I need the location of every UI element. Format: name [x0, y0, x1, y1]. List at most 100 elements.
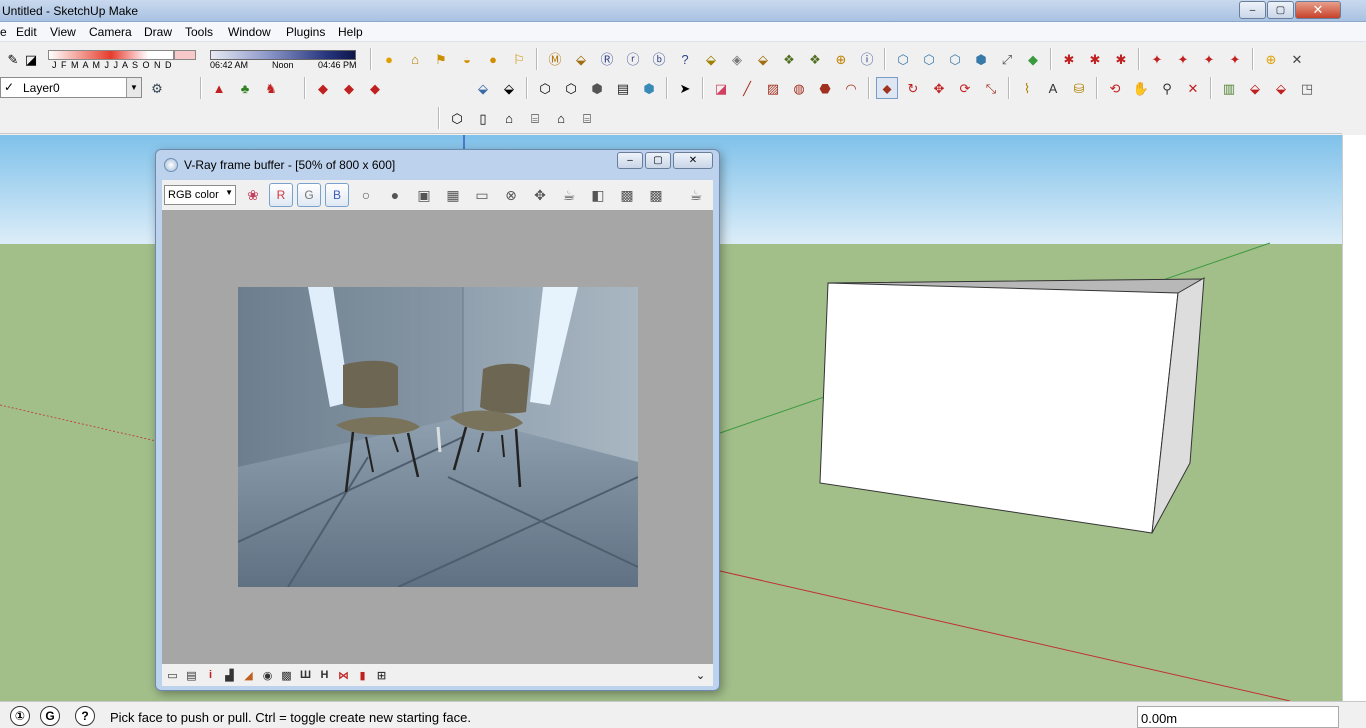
region-render-icon[interactable]: ▩ — [615, 183, 639, 207]
help-status-icon[interactable]: ? — [75, 706, 95, 726]
rt-render-icon[interactable]: ⓡ — [622, 48, 644, 70]
wireframe-icon[interactable]: ⬡ — [534, 77, 556, 99]
components-share-icon[interactable]: ⬙ — [1244, 77, 1266, 99]
material-editor-icon[interactable]: Ⓜ — [544, 48, 566, 70]
geo-location-icon[interactable]: ⊕ — [1260, 48, 1282, 70]
layer-dropdown[interactable]: ✓ Layer0 ▼ — [0, 77, 142, 98]
left-view-icon[interactable]: ⌸ — [576, 107, 598, 129]
show-info-icon[interactable]: ▤ — [183, 667, 200, 683]
scale-tool-icon[interactable]: ⤡ — [980, 77, 1002, 99]
shaded-icon[interactable]: ⬢ — [586, 77, 608, 99]
front-view-icon[interactable]: ⌂ — [498, 107, 520, 129]
menu-window[interactable]: Window — [228, 25, 271, 39]
monochrome-icon[interactable]: ● — [383, 183, 407, 207]
vray-minimize-button[interactable]: ‒ — [617, 152, 643, 169]
push-pull-icon[interactable]: ⬥ — [876, 77, 898, 99]
dome-light-icon[interactable]: ◒ — [456, 48, 478, 70]
track-mouse-icon[interactable]: ✥ — [528, 183, 552, 207]
menu-camera[interactable]: Camera — [89, 25, 132, 39]
component3-icon[interactable]: ◆ — [364, 77, 386, 99]
extension-icon[interactable]: ⬙ — [1270, 77, 1292, 99]
right-view-icon[interactable]: ⌸ — [524, 107, 546, 129]
follow-me-icon[interactable]: ↻ — [902, 77, 924, 99]
view-top-icon[interactable]: ⬡ — [918, 48, 940, 70]
layer-manager-icon[interactable]: ⚙ — [146, 77, 168, 99]
warehouse-icon[interactable]: ▥ — [1218, 77, 1240, 99]
top-view-icon[interactable]: ▯ — [472, 107, 494, 129]
text-tool-icon[interactable]: A — [1042, 77, 1064, 99]
spot-icon[interactable]: ⚑ — [430, 48, 452, 70]
render-teapot-icon[interactable]: ☕ — [684, 183, 708, 207]
lamp-icon[interactable]: ⌂ — [404, 48, 426, 70]
save-image-icon[interactable]: ▣ — [412, 183, 436, 207]
shadow-time-slider[interactable] — [210, 50, 356, 60]
move-tool-icon[interactable]: ✥ — [928, 77, 950, 99]
arc-tool-icon[interactable]: ◠ — [840, 77, 862, 99]
expand-chevron-icon[interactable]: ⌄ — [692, 667, 709, 683]
zoom-extents-icon[interactable]: ✕ — [1182, 77, 1204, 99]
channel-dropdown[interactable]: RGB color ▼ — [164, 185, 236, 205]
lut-icon[interactable]: ▩ — [278, 667, 295, 683]
blue-channel-button[interactable]: B — [325, 183, 349, 207]
diamond-icon[interactable]: ◈ — [726, 48, 748, 70]
xray-icon[interactable]: ⬙ — [472, 77, 494, 99]
tag-icon[interactable]: ⬙ — [570, 48, 592, 70]
menu-file[interactable]: e — [0, 25, 7, 39]
back-view-icon[interactable]: ⌂ — [550, 107, 572, 129]
vray-close-button[interactable]: ✕ — [673, 152, 713, 169]
save-all-icon[interactable]: ▦ — [441, 183, 465, 207]
render-last-icon[interactable]: ▩ — [644, 183, 668, 207]
style3-icon[interactable]: ✦ — [1198, 48, 1220, 70]
menu-help[interactable]: Help — [338, 25, 363, 39]
levels-icon[interactable]: ▟ — [221, 667, 238, 683]
solid-intersect-icon[interactable]: ✱ — [1110, 48, 1132, 70]
menu-view[interactable]: View — [50, 25, 76, 39]
display-icon[interactable]: ⊞ — [373, 667, 390, 683]
polygon-tool-icon[interactable]: ⬣ — [814, 77, 836, 99]
back-edges-icon[interactable]: ⬙ — [498, 77, 520, 99]
measurements-box[interactable]: 0.00m — [1137, 706, 1339, 728]
menu-draw[interactable]: Draw — [144, 25, 172, 39]
menu-edit[interactable]: Edit — [16, 25, 37, 39]
color-channels-icon[interactable]: ❀ — [241, 183, 265, 207]
section-icon[interactable]: ⤢ — [996, 48, 1018, 70]
tools-icon[interactable]: ✕ — [1286, 48, 1308, 70]
orbit-icon[interactable]: ⟲ — [1104, 77, 1126, 99]
chevron-down-icon[interactable]: ▼ — [126, 78, 141, 97]
close-button[interactable]: ✕ — [1295, 1, 1341, 19]
stereo-icon[interactable]: ⋈ — [335, 667, 352, 683]
circle-tool-icon[interactable]: ◍ — [788, 77, 810, 99]
tape-measure-icon[interactable]: ⌇ — [1016, 77, 1038, 99]
geo-location-status-icon[interactable]: ① — [10, 706, 30, 726]
sandbox-icon[interactable]: ◆ — [1022, 48, 1044, 70]
green-channel-button[interactable]: G — [297, 183, 321, 207]
target-icon[interactable]: ⊕ — [830, 48, 852, 70]
render-icon[interactable]: Ⓡ — [596, 48, 618, 70]
plugin-tree-icon[interactable]: ♣ — [234, 77, 256, 99]
component-icon[interactable]: ◆ — [312, 77, 334, 99]
compare-icon[interactable]: ◧ — [586, 183, 610, 207]
select-arrow-icon[interactable]: ➤ — [674, 77, 696, 99]
eraser-icon[interactable]: ◪ — [20, 48, 42, 70]
hsv-icon[interactable]: H — [316, 667, 333, 683]
clear-image-icon[interactable]: ⊗ — [499, 183, 523, 207]
sun-icon[interactable]: ● — [378, 48, 400, 70]
solid-union-icon[interactable]: ✱ — [1058, 48, 1080, 70]
paint-bucket-icon[interactable]: ⛁ — [1068, 77, 1090, 99]
menu-plugins[interactable]: Plugins — [286, 25, 325, 39]
shaded-texture-icon[interactable]: ▤ — [612, 77, 634, 99]
style-icon[interactable]: ✦ — [1146, 48, 1168, 70]
view-right-icon[interactable]: ⬢ — [970, 48, 992, 70]
solid-subtract-icon[interactable]: ✱ — [1084, 48, 1106, 70]
rectangle-tool-icon[interactable]: ▨ — [762, 77, 784, 99]
style2-icon[interactable]: ✦ — [1172, 48, 1194, 70]
line-tool-icon[interactable]: ╱ — [736, 77, 758, 99]
help-icon[interactable]: ? — [674, 48, 696, 70]
component2-icon[interactable]: ◆ — [338, 77, 360, 99]
rotate-tool-icon[interactable]: ⟳ — [954, 77, 976, 99]
ies-light-icon[interactable]: ⚐ — [508, 48, 530, 70]
info-icon[interactable]: i — [202, 667, 219, 683]
exposure-icon[interactable]: ◉ — [259, 667, 276, 683]
alpha-channel-icon[interactable]: ○ — [354, 183, 378, 207]
sphere-light-icon[interactable]: ● — [482, 48, 504, 70]
